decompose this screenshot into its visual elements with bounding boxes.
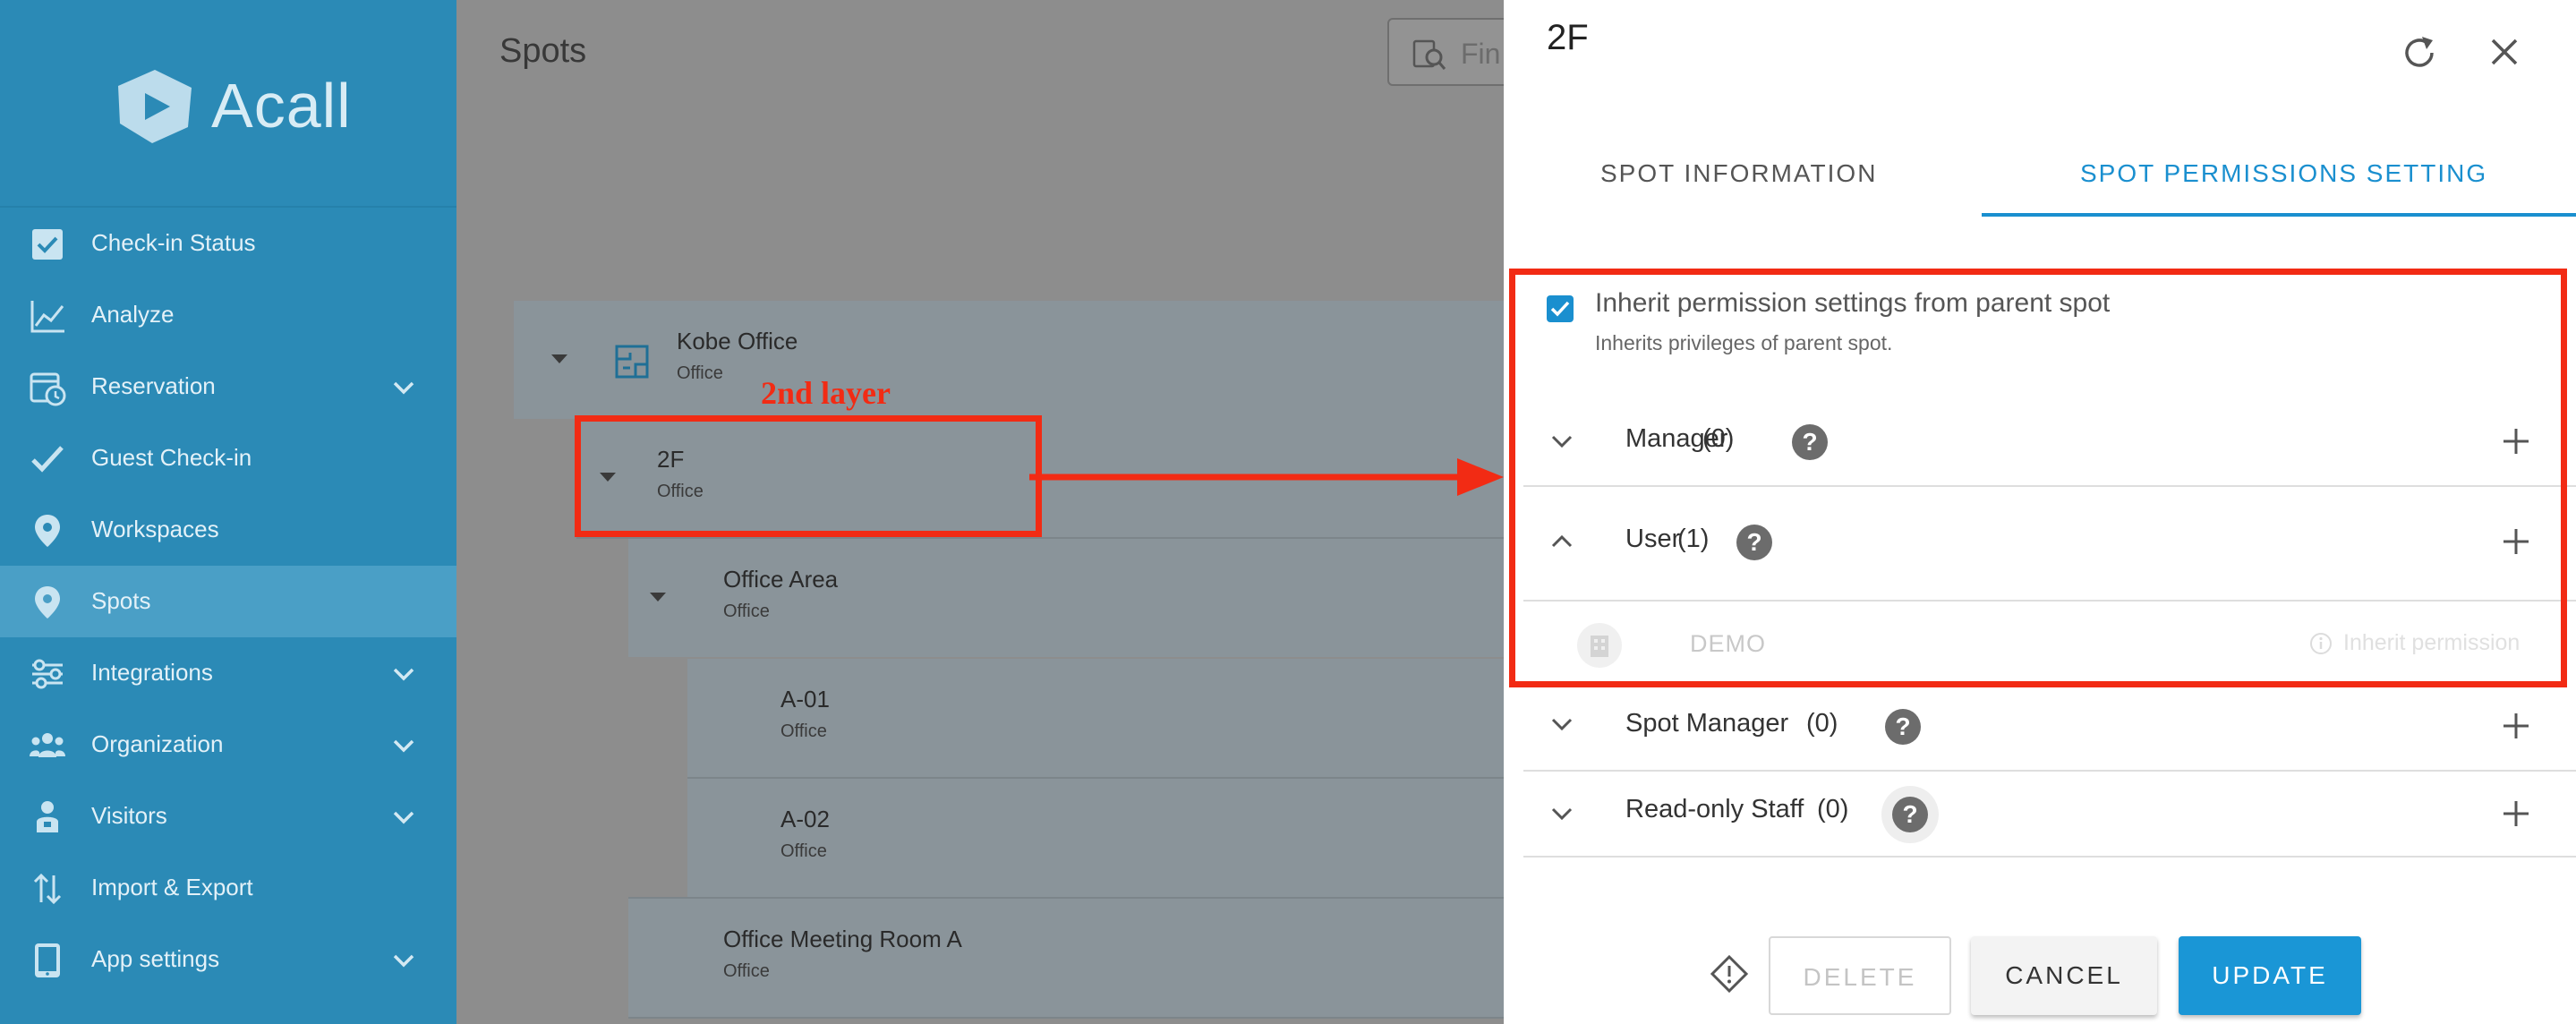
map-pin-icon xyxy=(35,515,60,547)
tree-title: A-01 xyxy=(780,686,830,713)
tree-subtitle: Office xyxy=(677,363,723,383)
chevron-down-icon[interactable] xyxy=(390,804,417,831)
update-button[interactable]: UPDATE xyxy=(2179,936,2361,1015)
sidebar-item-guest-check-in[interactable]: Guest Check-in xyxy=(0,422,456,494)
sidebar-item-label: Import & Export xyxy=(91,874,253,900)
sidebar-item-label: Spots xyxy=(91,587,151,614)
chevron-down-icon[interactable] xyxy=(390,947,417,974)
sidebar-item-label: Visitors xyxy=(91,802,167,829)
page-title: Spots xyxy=(499,32,587,70)
close-icon[interactable] xyxy=(2486,34,2522,70)
sidebar-nav: Check-in Status Analyze Reservation Gues… xyxy=(0,208,456,995)
tree-row[interactable]: A-02 Office xyxy=(687,779,1504,897)
chevron-down-icon[interactable] xyxy=(1548,800,1575,827)
search-icon xyxy=(1412,39,1446,70)
import-export-icon xyxy=(33,873,62,905)
logo-text: Acall xyxy=(211,71,352,141)
cancel-button[interactable]: CANCEL xyxy=(1971,936,2157,1015)
caret-down-icon[interactable] xyxy=(650,593,666,602)
sidebar-item-import-export[interactable]: Import & Export xyxy=(0,852,456,924)
map-pin-icon xyxy=(35,586,60,619)
tab-label: SPOT PERMISSIONS SETTING xyxy=(2080,159,2488,187)
permission-group-read-only-staff[interactable]: Read-only Staff (0) ? xyxy=(1522,772,2576,856)
floor-plan-icon xyxy=(615,345,649,379)
integrations-icon xyxy=(32,659,63,689)
logo[interactable]: Acall xyxy=(0,0,456,208)
sidebar-item-app-settings[interactable]: App settings xyxy=(0,924,456,995)
sidebar-item-label: Organization xyxy=(91,730,224,757)
tree-row[interactable]: Office Area Office xyxy=(628,539,1504,657)
search-input[interactable]: Fin xyxy=(1387,18,1504,86)
tree-title: Office Meeting Room A xyxy=(723,926,962,952)
sidebar-item-check-in-status[interactable]: Check-in Status xyxy=(0,208,456,279)
delete-button[interactable]: DELETE xyxy=(1769,936,1951,1015)
tree-row[interactable]: Kobe Office Office xyxy=(514,301,1504,419)
annotation-highlight-box xyxy=(575,415,1042,537)
tree-subtitle: Office xyxy=(780,841,827,861)
chart-icon xyxy=(30,301,64,333)
tab-spot-permissions-setting[interactable]: SPOT PERMISSIONS SETTING xyxy=(1982,134,2576,217)
chevron-down-icon[interactable] xyxy=(1548,711,1575,738)
people-icon xyxy=(30,733,65,757)
divider xyxy=(628,1017,1504,1019)
tree-title: A-02 xyxy=(780,806,830,832)
chevron-down-icon[interactable] xyxy=(390,661,417,687)
tree-subtitle: Office xyxy=(723,961,770,981)
help-icon[interactable]: ? xyxy=(1885,709,1921,745)
annotation-label: 2nd layer xyxy=(761,375,891,411)
annotation-highlight-box xyxy=(1509,269,2567,687)
tree-title: Kobe Office xyxy=(677,328,798,354)
sidebar-item-workspaces[interactable]: Workspaces xyxy=(0,494,456,566)
tree-row[interactable]: Office Meeting Room A Office xyxy=(628,899,1504,1017)
sidebar-item-reservation[interactable]: Reservation xyxy=(0,351,456,422)
permission-group-spot-manager[interactable]: Spot Manager (0) ? xyxy=(1522,680,2576,770)
tab-label: SPOT INFORMATION xyxy=(1600,159,1878,187)
sidebar-item-label: Integrations xyxy=(91,659,213,686)
tree-subtitle: Office xyxy=(780,721,827,741)
caret-down-icon[interactable] xyxy=(551,354,567,363)
tree-subtitle: Office xyxy=(723,602,770,621)
group-count: (0) xyxy=(1806,709,1838,738)
check-icon xyxy=(31,446,64,473)
panel-title: 2F xyxy=(1547,18,1589,57)
checkbox-icon xyxy=(32,229,63,260)
sidebar-item-label: Analyze xyxy=(91,301,175,328)
tablet-icon xyxy=(35,943,60,977)
acall-logo-icon xyxy=(118,70,192,143)
sidebar-item-organization[interactable]: Organization xyxy=(0,709,456,781)
tree-row[interactable]: A-01 Office xyxy=(687,659,1504,777)
sidebar-item-spots[interactable]: Spots xyxy=(0,566,456,637)
sidebar-item-visitors[interactable]: Visitors xyxy=(0,781,456,852)
sidebar-item-integrations[interactable]: Integrations xyxy=(0,637,456,709)
sidebar-item-label: Workspaces xyxy=(91,516,219,542)
group-label: Read-only Staff xyxy=(1625,795,1804,823)
group-count: (0) xyxy=(1817,795,1849,823)
main-content: Spots Fin Kobe Office Office 2F Office O… xyxy=(456,0,1504,1024)
chevron-down-icon[interactable] xyxy=(390,374,417,401)
tab-spot-information[interactable]: SPOT INFORMATION xyxy=(1504,134,1982,217)
divider xyxy=(1523,856,2576,858)
sidebar-item-label: Reservation xyxy=(91,372,216,399)
sidebar: Acall Check-in Status Analyze Reservatio… xyxy=(0,0,456,1024)
warning-icon xyxy=(1710,954,1749,994)
help-icon[interactable]: ? xyxy=(1892,797,1928,832)
sidebar-item-label: App settings xyxy=(91,945,220,972)
calendar-clock-icon xyxy=(30,372,66,406)
group-label: Spot Manager xyxy=(1625,709,1789,738)
annotation-arrow-icon xyxy=(1029,458,1504,496)
sidebar-item-analyze[interactable]: Analyze xyxy=(0,279,456,351)
search-placeholder: Fin xyxy=(1461,38,1501,70)
sidebar-item-label: Check-in Status xyxy=(91,229,256,256)
add-icon[interactable] xyxy=(2501,711,2531,741)
add-icon[interactable] xyxy=(2501,798,2531,829)
tree-title: Office Area xyxy=(723,566,839,593)
sidebar-item-label: Guest Check-in xyxy=(91,444,252,471)
refresh-icon[interactable] xyxy=(2399,32,2440,73)
visitor-icon xyxy=(37,801,58,832)
chevron-down-icon[interactable] xyxy=(390,732,417,759)
